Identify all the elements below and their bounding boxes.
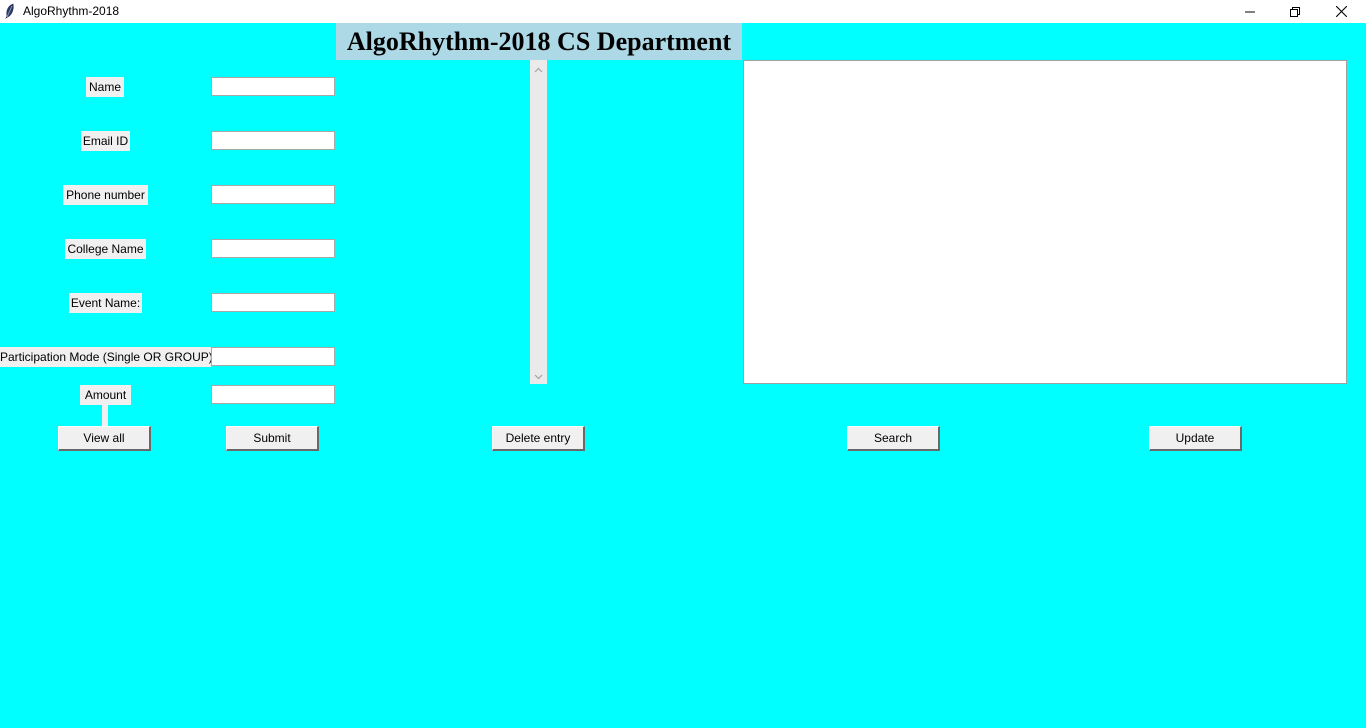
restore-icon (1290, 6, 1300, 17)
entries-listbox[interactable] (743, 60, 1347, 384)
event-input[interactable] (211, 293, 335, 312)
amount-input[interactable] (211, 385, 335, 404)
email-label: Email ID (81, 131, 130, 151)
chevron-up-icon (534, 62, 543, 76)
participation-mode-input[interactable] (211, 347, 335, 366)
phone-label: Phone number (63, 185, 148, 205)
update-button[interactable]: Update (1149, 426, 1242, 451)
submit-button[interactable]: Submit (226, 426, 319, 451)
college-input[interactable] (211, 239, 335, 258)
window-title: AlgoRhythm-2018 (23, 4, 120, 18)
name-input[interactable] (211, 77, 335, 96)
search-button[interactable]: Search (847, 426, 940, 451)
participation-mode-label: Participation Mode (Single OR GROUP) (0, 347, 213, 367)
college-label: College Name (65, 239, 146, 259)
close-button[interactable] (1318, 0, 1364, 23)
close-icon (1335, 6, 1347, 17)
page-title: AlgoRhythm-2018 CS Department (336, 23, 742, 60)
email-input[interactable] (211, 131, 335, 150)
event-label: Event Name: (69, 293, 142, 313)
chevron-down-icon (534, 369, 543, 383)
scroll-up-button[interactable] (530, 60, 547, 77)
minimize-button[interactable] (1227, 0, 1273, 23)
feather-icon (4, 3, 16, 19)
phone-input[interactable] (211, 185, 335, 204)
delete-entry-button[interactable]: Delete entry (492, 426, 585, 451)
view-all-button[interactable]: View all (58, 426, 151, 451)
minimize-icon (1245, 7, 1255, 17)
scroll-down-button[interactable] (530, 367, 547, 384)
restore-button[interactable] (1272, 0, 1318, 23)
vertical-scrollbar[interactable] (530, 60, 547, 384)
name-label: Name (86, 77, 124, 97)
amount-label: Amount (80, 385, 131, 405)
label-connector (102, 405, 108, 427)
window-titlebar: AlgoRhythm-2018 (0, 0, 1366, 23)
